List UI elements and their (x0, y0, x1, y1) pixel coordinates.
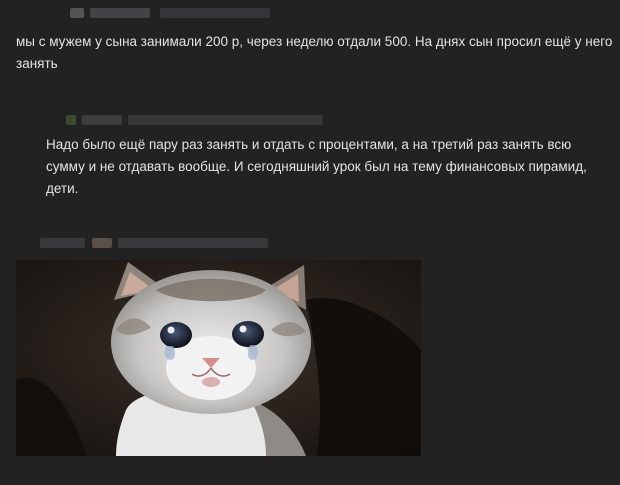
reply-meta-blur (128, 115, 323, 125)
reply-avatar-blur[interactable] (66, 115, 76, 125)
author-avatar-blur[interactable] (70, 8, 84, 18)
author-name-blur[interactable] (90, 8, 150, 18)
comment-meta-blur (160, 8, 270, 18)
crying-kitten-image[interactable] (16, 260, 421, 456)
comment-1-text: мы с мужем у сына занимали 200 р, через … (16, 34, 613, 71)
comment-3-author-blur[interactable] (92, 238, 112, 248)
comment-3-avatar-blur[interactable] (40, 238, 85, 248)
reply-author-name-blur[interactable] (82, 115, 122, 125)
reply-1-text: Надо было ещё пару раз занять и отдать с… (46, 137, 587, 196)
comment-3-meta-blur (118, 238, 268, 248)
kitten-illustration (16, 260, 421, 456)
